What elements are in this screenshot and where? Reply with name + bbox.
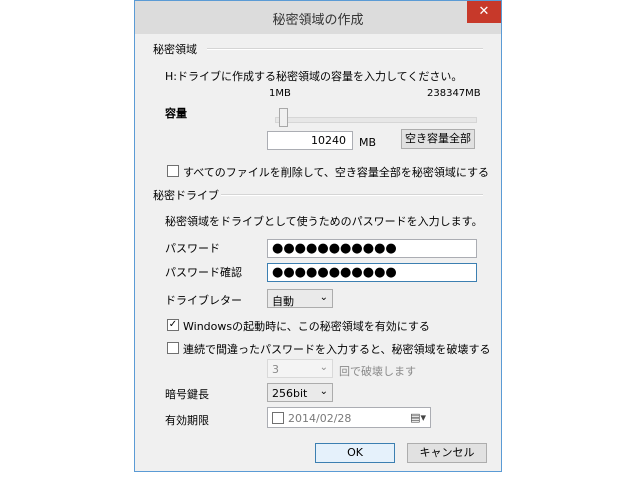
capacity-slider-track[interactable] <box>275 117 477 123</box>
chevron-down-icon: ⌄ <box>319 362 328 373</box>
drive-letter-label: ドライブレター <box>165 294 242 307</box>
destroy-on-failure-checkbox-label[interactable]: 連続で間違ったパスワードを入力すると、秘密領域を破壊する <box>183 341 491 357</box>
ok-button[interactable]: OK <box>315 443 395 463</box>
title-bar[interactable]: 秘密領域の作成 ✕ <box>135 1 501 34</box>
create-secret-area-dialog: 秘密領域の作成 ✕ 秘密領域 H:ドライブに作成する秘密領域の容量を入力してくだ… <box>134 0 502 472</box>
capacity-slider-thumb[interactable] <box>279 108 288 127</box>
drive-group-label: 秘密ドライブ <box>153 189 219 202</box>
dialog-title: 秘密領域の作成 <box>272 13 364 28</box>
close-button[interactable]: ✕ <box>467 1 501 23</box>
close-icon: ✕ <box>478 4 490 19</box>
password-mask: ●●●●●●●●●●● <box>272 241 397 256</box>
drive-letter-select[interactable]: 自動 ⌄ <box>267 289 333 308</box>
expiry-enable-checkbox[interactable] <box>272 412 284 424</box>
checkmark-icon: ✓ <box>168 319 178 330</box>
drive-group-divider <box>221 194 483 196</box>
drive-letter-value: 自動 <box>272 295 294 308</box>
area-group-label: 秘密領域 <box>153 43 197 56</box>
destroy-on-failure-checkbox[interactable] <box>167 342 179 354</box>
expiry-date-picker[interactable]: 2014/02/28 ▤▾ <box>267 407 431 428</box>
startup-enable-checkbox-label[interactable]: Windowsの起動時に、この秘密領域を有効にする <box>183 318 430 334</box>
destroy-count-suffix: 回で破壊します <box>339 365 416 378</box>
area-instruction: H:ドライブに作成する秘密領域の容量を入力してください。 <box>165 70 463 83</box>
key-length-value: 256bit <box>272 387 308 400</box>
key-length-select[interactable]: 256bit ⌄ <box>267 383 333 402</box>
startup-enable-checkbox[interactable]: ✓ <box>167 319 179 331</box>
password-confirm-mask: ●●●●●●●●●●● <box>272 265 397 280</box>
drive-instruction: 秘密領域をドライブとして使うためのパスワードを入力します。 <box>165 215 483 228</box>
area-group-divider <box>207 48 483 50</box>
delete-all-checkbox[interactable] <box>167 165 179 177</box>
key-length-label: 暗号鍵長 <box>165 388 209 401</box>
password-confirm-label: パスワード確認 <box>165 266 242 279</box>
capacity-input-value: 10240 <box>311 134 346 147</box>
chevron-down-icon: ⌄ <box>319 292 328 303</box>
destroy-count-select[interactable]: 3 ⌄ <box>267 359 333 378</box>
capacity-min-label: 1MB <box>269 88 291 99</box>
expiry-date-value: 2014/02/28 <box>288 412 352 425</box>
expiry-label: 有効期限 <box>165 414 209 427</box>
all-free-space-button[interactable]: 空き容量全部 <box>401 129 475 149</box>
capacity-max-label: 238347MB <box>427 88 481 99</box>
capacity-unit: MB <box>359 136 377 149</box>
destroy-count-value: 3 <box>272 363 279 376</box>
chevron-down-icon: ⌄ <box>319 386 328 397</box>
delete-all-checkbox-label[interactable]: すべてのファイルを削除して、空き容量全部を秘密領域にする <box>183 164 489 180</box>
cancel-button[interactable]: キャンセル <box>407 443 487 463</box>
password-label: パスワード <box>165 242 220 255</box>
password-confirm-field[interactable]: ●●●●●●●●●●● <box>267 263 477 282</box>
calendar-icon[interactable]: ▤▾ <box>410 411 426 424</box>
capacity-label: 容量 <box>165 107 187 120</box>
capacity-input[interactable]: 10240 <box>267 131 353 150</box>
password-field[interactable]: ●●●●●●●●●●● <box>267 239 477 258</box>
